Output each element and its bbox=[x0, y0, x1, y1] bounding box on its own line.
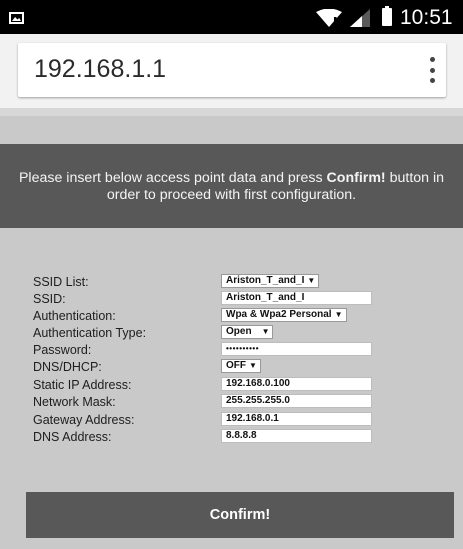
authentication-type-label: Authentication Type: bbox=[33, 326, 147, 340]
instructions-banner: Please insert below access point data an… bbox=[0, 144, 463, 228]
network-mask-input[interactable]: 255.255.255.0 bbox=[221, 394, 372, 408]
browser-toolbar: 192.168.1.1 bbox=[0, 34, 463, 108]
dns-dhcp-select[interactable]: OFF ▼ bbox=[221, 359, 261, 373]
static-ip-input[interactable]: 192.168.0.100 bbox=[221, 377, 372, 391]
authentication-type-select[interactable]: Open ▼ bbox=[221, 325, 274, 339]
form-row-ssid-list: SSID List: Ariston_T_and_I ▼ bbox=[0, 274, 463, 291]
status-bar: 10:51 bbox=[0, 0, 463, 34]
authentication-select[interactable]: Wpa & Wpa2 Personal ▼ bbox=[221, 308, 347, 322]
ssid-label: SSID: bbox=[33, 292, 66, 306]
gateway-input[interactable]: 192.168.0.1 bbox=[221, 412, 372, 426]
form-row-static-ip: Static IP Address: 192.168.0.100 bbox=[0, 377, 463, 394]
banner-text-bold: Confirm! bbox=[326, 170, 386, 186]
static-ip-label: Static IP Address: bbox=[33, 378, 132, 392]
dns-dhcp-value: OFF bbox=[226, 360, 246, 371]
chevron-down-icon: ▼ bbox=[261, 327, 270, 336]
cell-signal-icon bbox=[350, 9, 370, 27]
chevron-down-icon: ▼ bbox=[249, 361, 257, 370]
password-label: Password: bbox=[33, 343, 92, 357]
authentication-value: Wpa & Wpa2 Personal bbox=[226, 309, 332, 320]
gateway-label: Gateway Address: bbox=[33, 413, 135, 427]
clock: 10:51 bbox=[400, 6, 453, 29]
form-row-network-mask: Network Mask: 255.255.255.0 bbox=[0, 394, 463, 411]
authentication-type-value: Open bbox=[226, 326, 252, 337]
more-vert-icon[interactable] bbox=[430, 57, 436, 83]
battery-icon bbox=[382, 6, 392, 26]
banner-text-before: Please insert below access point data an… bbox=[18, 170, 327, 186]
dns-address-input[interactable]: 8.8.8.8 bbox=[221, 429, 372, 443]
wifi-alert-icon bbox=[316, 9, 342, 27]
ssid-list-value: Ariston_T_and_I bbox=[226, 275, 305, 286]
chevron-down-icon: ▼ bbox=[307, 276, 316, 285]
image-icon bbox=[9, 12, 24, 24]
form-row-gateway: Gateway Address: 192.168.0.1 bbox=[0, 412, 463, 429]
url-text[interactable]: 192.168.1.1 bbox=[34, 55, 166, 84]
ssid-list-select[interactable]: Ariston_T_and_I ▼ bbox=[221, 274, 320, 288]
network-mask-label: Network Mask: bbox=[33, 395, 116, 409]
dns-dhcp-label: DNS/DHCP: bbox=[33, 360, 102, 374]
form-row-authentication: Authentication: Wpa & Wpa2 Personal ▼ bbox=[0, 308, 463, 325]
confirm-button[interactable]: Confirm! bbox=[26, 492, 454, 538]
address-bar[interactable]: 192.168.1.1 bbox=[18, 43, 446, 97]
form-row-dns-address: DNS Address: 8.8.8.8 bbox=[0, 429, 463, 446]
ssid-list-label: SSID List: bbox=[33, 275, 89, 289]
page-top-strip bbox=[0, 108, 463, 116]
form-row-ssid: SSID: Ariston_T_and_I bbox=[0, 291, 463, 308]
chevron-down-icon: ▼ bbox=[334, 310, 343, 319]
form-row-dns-dhcp: DNS/DHCP: OFF ▼ bbox=[0, 359, 463, 376]
authentication-label: Authentication: bbox=[33, 309, 116, 323]
password-input[interactable]: •••••••••• bbox=[221, 342, 372, 356]
ssid-input[interactable]: Ariston_T_and_I bbox=[221, 291, 372, 305]
form-row-authentication-type: Authentication Type: Open ▼ bbox=[0, 325, 463, 342]
form-row-password: Password: •••••••••• bbox=[0, 342, 463, 359]
dns-address-label: DNS Address: bbox=[33, 430, 112, 444]
